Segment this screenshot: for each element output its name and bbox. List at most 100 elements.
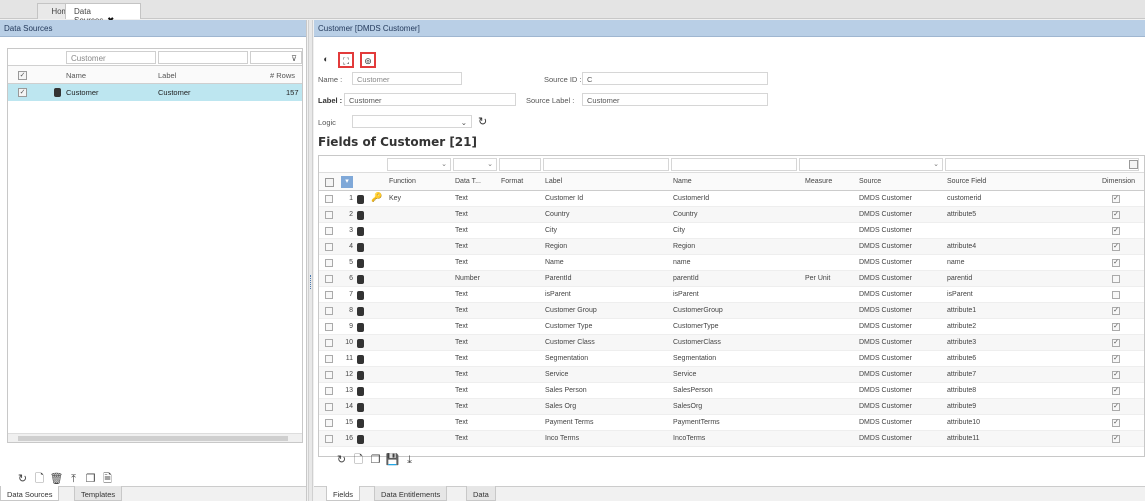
table-row[interactable]: 6 Number ParentId parentId Per Unit DMDS Cust…: [319, 271, 1144, 287]
logic-select[interactable]: ⌄: [352, 115, 472, 128]
row-checkbox[interactable]: [325, 211, 333, 219]
row-checkbox[interactable]: [325, 355, 333, 363]
dimension-checkbox[interactable]: ✓: [1112, 323, 1120, 331]
table-row[interactable]: 8 Text Customer Group CustomerGroup DMDS Cus…: [319, 303, 1144, 319]
refresh-icon[interactable]: ↻: [478, 115, 487, 128]
dimension-checkbox[interactable]: ✓: [1112, 435, 1120, 443]
preview-icon[interactable]: ⊚: [360, 52, 376, 68]
dimension-checkbox[interactable]: ✓: [1112, 403, 1120, 411]
dimension-checkbox[interactable]: ✓: [1112, 339, 1120, 347]
row-checkbox[interactable]: [325, 419, 333, 427]
list-item[interactable]: ✓ Customer Customer 157: [8, 84, 302, 101]
settings-icon[interactable]: ◐: [318, 52, 334, 68]
export-icon[interactable]: 🗎: [100, 472, 115, 487]
splitter-grip[interactable]: [310, 275, 311, 289]
dimension-checkbox[interactable]: ✓: [1112, 259, 1120, 267]
delete-icon[interactable]: 🗑: [49, 472, 64, 487]
dimension-checkbox[interactable]: ✓: [1112, 211, 1120, 219]
horizontal-scrollbar[interactable]: [8, 433, 302, 442]
row-checkbox[interactable]: [325, 243, 333, 251]
dimension-checkbox[interactable]: ✓: [1112, 195, 1120, 203]
table-row[interactable]: 1 🔑 Key Text Customer Id CustomerId DMDS Custo…: [319, 191, 1144, 207]
col-source[interactable]: Source: [859, 178, 881, 185]
row-checkbox[interactable]: [325, 291, 333, 299]
dimension-checkbox[interactable]: ✓: [1112, 387, 1120, 395]
source-filter[interactable]: [945, 158, 1139, 171]
sort-icon[interactable]: ▾: [341, 176, 353, 188]
col-name[interactable]: Name: [673, 178, 692, 185]
row-checkbox[interactable]: [325, 275, 333, 283]
copy-icon[interactable]: ❐: [368, 453, 383, 468]
panel-splitter[interactable]: [308, 20, 313, 501]
name-filter-input[interactable]: Customer: [66, 51, 156, 64]
dimension-checkbox[interactable]: ✓: [1112, 307, 1120, 315]
label-filter-input[interactable]: [158, 51, 248, 64]
dimension-filter-checkbox[interactable]: [1129, 160, 1138, 169]
source-id-field[interactable]: C: [582, 72, 768, 85]
row-checkbox[interactable]: [325, 435, 333, 443]
row-checkbox[interactable]: [325, 403, 333, 411]
datatype-filter[interactable]: ⌄: [453, 158, 497, 171]
row-checkbox[interactable]: [325, 307, 333, 315]
tab-fields[interactable]: Fields: [326, 486, 361, 501]
format-filter[interactable]: [499, 158, 541, 171]
tab-data-sources-bottom[interactable]: Data Sources: [0, 486, 60, 501]
download-icon[interactable]: ⤓: [402, 453, 417, 468]
select-all-checkbox[interactable]: [325, 178, 334, 187]
function-filter[interactable]: ⌄: [387, 158, 451, 171]
copy-icon[interactable]: ❐: [83, 472, 98, 487]
tab-data-sources[interactable]: Data Sources✖: [65, 3, 141, 25]
table-row[interactable]: 11 Text Segmentation Segmentation DMDS Custo…: [319, 351, 1144, 367]
row-checkbox[interactable]: [325, 195, 333, 203]
row-checkbox[interactable]: [325, 387, 333, 395]
table-row[interactable]: 13 Text Sales Person SalesPerson DMDS Custom…: [319, 383, 1144, 399]
filter-icon[interactable]: ⊽: [250, 51, 302, 64]
row-checkbox[interactable]: [325, 339, 333, 347]
new-file-icon[interactable]: 🗋: [32, 472, 47, 487]
name-filter[interactable]: [671, 158, 797, 171]
row-checkbox[interactable]: [325, 227, 333, 235]
dimension-checkbox[interactable]: ✓: [1112, 243, 1120, 251]
col-format[interactable]: Format: [501, 178, 523, 185]
col-measure[interactable]: Measure: [805, 178, 832, 185]
scrollbar-thumb[interactable]: [18, 436, 288, 441]
table-row[interactable]: 12 Text Service Service DMDS Customer attribu…: [319, 367, 1144, 383]
select-all-checkbox[interactable]: ✓: [18, 71, 27, 80]
table-row[interactable]: 9 Text Customer Type CustomerType DMDS Custo…: [319, 319, 1144, 335]
measure-filter[interactable]: ⌄: [799, 158, 943, 171]
tab-data[interactable]: Data: [466, 486, 496, 501]
row-checkbox[interactable]: [325, 371, 333, 379]
table-row[interactable]: 14 Text Sales Org SalesOrg DMDS Customer attr…: [319, 399, 1144, 415]
dimension-checkbox[interactable]: ✓: [1112, 419, 1120, 427]
col-datatype[interactable]: Data T...: [455, 178, 481, 185]
row-checkbox[interactable]: [325, 259, 333, 267]
col-source-field[interactable]: Source Field: [947, 178, 986, 185]
col-name[interactable]: Name: [66, 71, 86, 80]
row-checkbox[interactable]: [325, 323, 333, 331]
col-rows[interactable]: # Rows: [270, 71, 295, 80]
dimension-checkbox[interactable]: ✓: [1112, 371, 1120, 379]
refresh-icon[interactable]: ↻: [334, 453, 349, 468]
dimension-checkbox[interactable]: ✓: [1112, 355, 1120, 363]
col-label[interactable]: Label: [545, 178, 562, 185]
col-function[interactable]: Function: [389, 178, 416, 185]
table-row[interactable]: 2 Text Country Country DMDS Customer attribut…: [319, 207, 1144, 223]
refresh-icon[interactable]: ↻: [15, 472, 30, 487]
save-icon[interactable]: 💾: [385, 453, 400, 468]
tab-templates[interactable]: Templates: [74, 486, 123, 501]
table-row[interactable]: 5 Text Name name DMDS Customer name ✓: [319, 255, 1144, 271]
source-label-field[interactable]: Customer: [582, 93, 768, 106]
dimension-checkbox[interactable]: [1112, 275, 1120, 283]
label-filter[interactable]: [543, 158, 669, 171]
table-row[interactable]: 10 Text Customer Class CustomerClass DMDS Cu…: [319, 335, 1144, 351]
table-row[interactable]: 3 Text City City DMDS Customer ✓: [319, 223, 1144, 239]
new-file-icon[interactable]: 🗋: [351, 453, 366, 468]
table-row[interactable]: 4 Text Region Region DMDS Customer attribute4…: [319, 239, 1144, 255]
tab-data-entitlements[interactable]: Data Entitlements: [374, 486, 448, 501]
table-row[interactable]: 16 Text Inco Terms IncoTerms DMDS Customer at…: [319, 431, 1144, 447]
table-row[interactable]: 15 Text Payment Terms PaymentTerms DMDS Cust…: [319, 415, 1144, 431]
dimension-checkbox[interactable]: ✓: [1112, 227, 1120, 235]
expand-icon[interactable]: ⛶: [338, 52, 354, 68]
name-field[interactable]: Customer: [352, 72, 462, 85]
upload-icon[interactable]: ⤒: [66, 472, 81, 487]
